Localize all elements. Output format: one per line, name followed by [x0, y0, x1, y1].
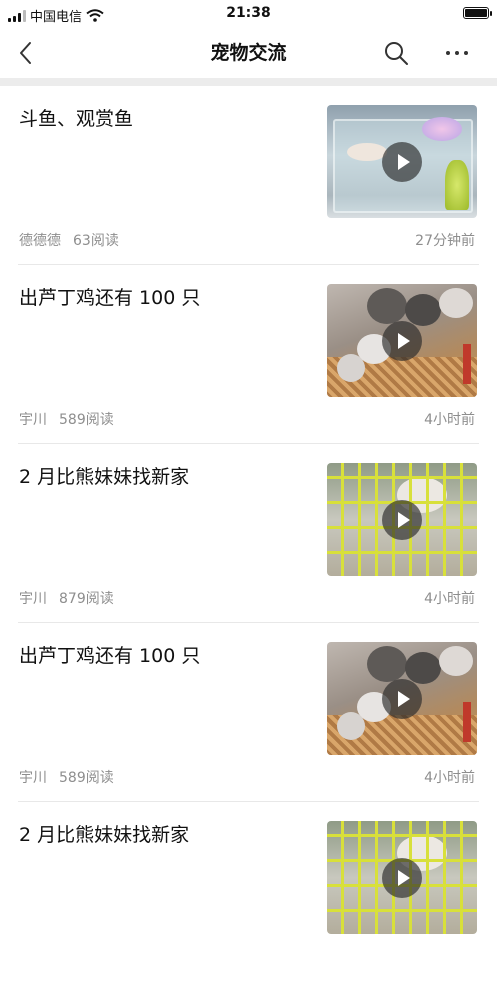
header-divider: [0, 78, 497, 86]
post-title: 出芦丁鸡还有 100 只: [19, 287, 201, 309]
list-item[interactable]: 出芦丁鸡还有 100 只 宇川 589阅读 4小时前: [18, 623, 479, 802]
post-reads: 879阅读: [59, 591, 114, 607]
post-reads: 589阅读: [59, 412, 114, 428]
video-thumbnail[interactable]: [327, 463, 477, 576]
post-author: 宇川: [19, 591, 47, 607]
video-thumbnail[interactable]: [327, 105, 477, 218]
play-icon[interactable]: [382, 858, 422, 898]
post-reads: 63阅读: [73, 233, 119, 249]
search-icon: [385, 42, 408, 65]
status-time: 21:38: [226, 5, 271, 21]
post-author: 德德德: [19, 233, 61, 249]
post-meta: 宇川 589阅读: [19, 409, 114, 429]
status-bar: 中国电信 21:38: [0, 0, 497, 28]
post-title: 斗鱼、观赏鱼: [19, 108, 134, 130]
nav-bar: 宠物交流: [0, 28, 497, 78]
list-item[interactable]: 斗鱼、观赏鱼 德德德 63阅读 27分钟前: [18, 86, 479, 265]
video-thumbnail[interactable]: [327, 284, 477, 397]
post-meta: 宇川 589阅读: [19, 767, 114, 787]
page-title: 宠物交流: [210, 42, 287, 64]
search-button[interactable]: [382, 39, 410, 67]
post-author: 宇川: [19, 412, 47, 428]
list-item[interactable]: 出芦丁鸡还有 100 只 宇川 589阅读 4小时前: [18, 265, 479, 444]
list-item[interactable]: 2 月比熊妹妹找新家: [18, 802, 479, 981]
post-meta: 德德德 63阅读: [19, 230, 119, 250]
post-time: 27分钟前: [415, 233, 475, 249]
post-author: 宇川: [19, 770, 47, 786]
post-title: 2 月比熊妹妹找新家: [19, 466, 190, 488]
play-icon[interactable]: [382, 142, 422, 182]
more-horizontal-icon: [446, 51, 468, 55]
video-thumbnail[interactable]: [327, 821, 477, 934]
play-icon[interactable]: [382, 500, 422, 540]
list-item[interactable]: 2 月比熊妹妹找新家 宇川 879阅读 4小时前: [18, 444, 479, 623]
post-title: 2 月比熊妹妹找新家: [19, 824, 190, 846]
post-time: 4小时前: [424, 591, 475, 607]
post-time: 4小时前: [424, 770, 475, 786]
more-button[interactable]: [442, 39, 472, 67]
post-reads: 589阅读: [59, 770, 114, 786]
play-icon[interactable]: [382, 321, 422, 361]
post-meta: 宇川 879阅读: [19, 588, 114, 608]
battery-icon: [463, 7, 492, 19]
play-icon[interactable]: [382, 679, 422, 719]
post-feed: 斗鱼、观赏鱼 德德德 63阅读 27分钟前 出芦丁鸡还有 100 只 宇川 589阅…: [0, 86, 497, 981]
post-title: 出芦丁鸡还有 100 只: [19, 645, 201, 667]
video-thumbnail[interactable]: [327, 642, 477, 755]
post-time: 4小时前: [424, 412, 475, 428]
